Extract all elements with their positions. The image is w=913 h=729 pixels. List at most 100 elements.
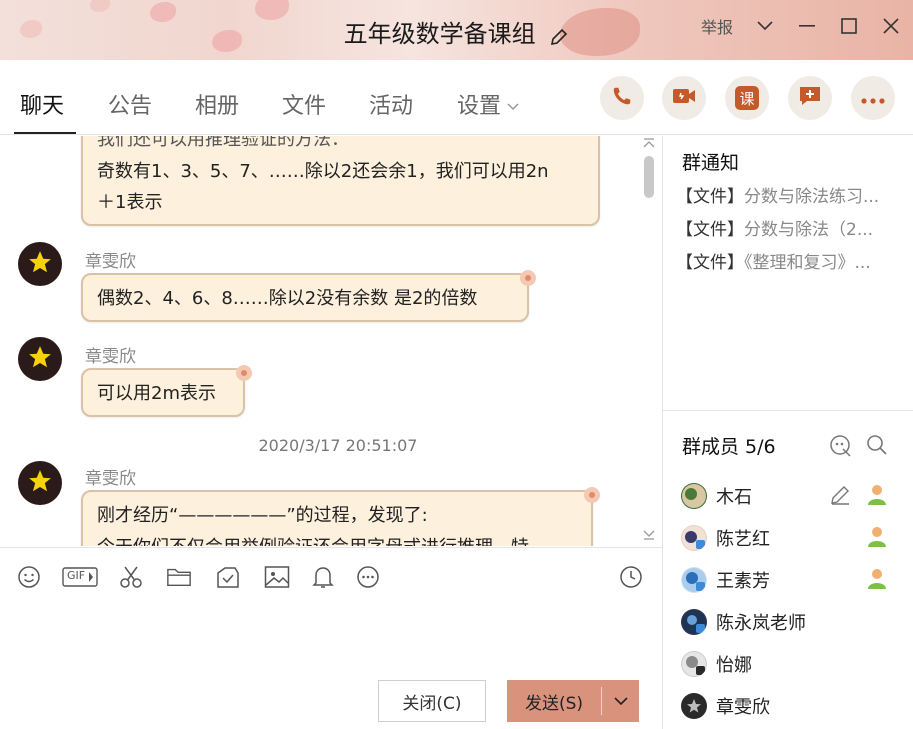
owner-badge-icon	[865, 482, 889, 506]
screenshot-icon[interactable]	[215, 564, 241, 590]
tab-files[interactable]: 文件	[282, 88, 326, 120]
more-icon	[861, 89, 885, 108]
message-text: 我们还可以用推理验证的方法：	[97, 136, 349, 150]
member-item[interactable]: 木石	[681, 481, 752, 511]
tab-activities[interactable]: 活动	[369, 88, 413, 120]
flower-decoration-icon	[581, 484, 603, 506]
scroll-up-icon[interactable]	[643, 138, 655, 151]
tab-settings[interactable]: 设置	[457, 88, 519, 120]
message-input[interactable]	[0, 603, 662, 675]
member-item[interactable]: 陈永岚老师	[681, 607, 806, 637]
member-item[interactable]: 陈艺红	[681, 523, 770, 553]
avatar	[681, 651, 707, 677]
maximize-button[interactable]	[839, 16, 859, 36]
scissors-icon[interactable]	[118, 564, 144, 590]
notice-item[interactable]: 【文件】《整理和复习》...	[676, 248, 908, 273]
active-tab-indicator	[14, 132, 76, 134]
avatar[interactable]	[18, 337, 62, 381]
tab-announcement[interactable]: 公告	[108, 88, 152, 120]
chevron-down-icon	[507, 99, 519, 115]
star-icon	[27, 468, 53, 498]
member-item[interactable]: 怡娜	[681, 649, 752, 679]
scroll-down-icon[interactable]	[643, 530, 655, 543]
avatar	[681, 483, 707, 509]
tab-settings-label: 设置	[457, 94, 502, 119]
message-bubble[interactable]: 可以用2m表示	[81, 365, 252, 417]
sender-name: 章雯欣	[85, 252, 136, 272]
tab-album[interactable]: 相册	[195, 88, 239, 120]
video-call-button[interactable]	[662, 76, 706, 120]
flower-decoration-icon	[233, 362, 255, 384]
send-button-label: 发送(S)	[524, 693, 584, 714]
close-button[interactable]: 关闭(C)	[378, 680, 486, 722]
message-bubble[interactable]: 我们还可以用推理验证的方法： 奇数有1、3、5、7、……除以2还会余1，我们可以…	[81, 136, 600, 226]
chevron-down-icon[interactable]	[755, 16, 775, 36]
gif-label: GIF	[67, 569, 86, 582]
group-title: 五年级数学备课组	[343, 20, 536, 48]
title-bar: 五年级数学备课组 举报	[0, 0, 913, 60]
notice-item[interactable]: 【文件】分数与除法练习...	[676, 182, 908, 207]
bell-icon[interactable]	[310, 564, 336, 590]
message-text: 可以用2m表示	[97, 383, 216, 404]
emoji-icon[interactable]	[16, 564, 42, 590]
clock-icon[interactable]	[618, 564, 644, 590]
gif-icon[interactable]: GIF	[62, 564, 98, 590]
phone-icon	[611, 85, 633, 111]
message-timestamp: 2020/3/17 20:51:07	[258, 436, 418, 455]
panel-divider	[663, 410, 913, 411]
notice-item-tag: 【文件】	[676, 220, 744, 240]
star-icon	[27, 249, 53, 279]
avatar[interactable]	[18, 242, 62, 286]
folder-icon[interactable]	[166, 564, 192, 590]
chat-message-list[interactable]: 我们还可以用推理验证的方法： 奇数有1、3、5、7、……除以2还会余1，我们可以…	[0, 136, 662, 546]
avatar[interactable]	[18, 461, 62, 505]
message-text: 奇数有1、3、5、7、……除以2还会余1，我们可以用2n	[97, 160, 549, 182]
message-text: 刚才经历“——————”的过程，发现了:	[97, 505, 428, 526]
edit-title-icon[interactable]	[549, 25, 569, 46]
message-text: 偶数2、4、6、8……除以2没有余数 是2的倍数	[97, 288, 478, 309]
member-item[interactable]: 章雯欣	[681, 691, 770, 721]
member-item[interactable]: 王素芳	[681, 565, 770, 595]
image-icon[interactable]	[264, 564, 290, 590]
notice-item-text: 分数与除法练习...	[744, 187, 880, 207]
close-window-button[interactable]	[881, 16, 901, 36]
member-name: 王素芳	[716, 571, 770, 592]
notice-item-tag: 【文件】	[676, 187, 744, 207]
scroll-thumb[interactable]	[644, 156, 654, 198]
add-comment-button[interactable]	[788, 76, 832, 120]
more-button[interactable]	[851, 76, 895, 120]
message-text: 今天你们不仅会用举例验证还会用字母式进行推理，特	[97, 532, 577, 547]
right-panel: 群通知 【文件】分数与除法练习... 【文件】分数与除法（2... 【文件】《整…	[662, 136, 913, 729]
flower-decoration-icon	[517, 267, 539, 289]
tab-bar: 聊天 公告 相册 文件 活动 设置 课	[0, 60, 913, 135]
notice-item-text: 《整理和复习》...	[744, 253, 871, 273]
send-button[interactable]: 发送(S)	[507, 680, 639, 722]
send-options-chevron-icon[interactable]	[602, 696, 639, 706]
chat-scrollbar[interactable]	[642, 138, 656, 543]
member-manage-icon[interactable]	[829, 434, 853, 458]
message-bubble[interactable]: 偶数2、4、6、8……除以2没有余数 是2的倍数	[81, 270, 536, 322]
class-icon: 课	[735, 86, 759, 110]
notice-title: 群通知	[682, 152, 740, 174]
voice-call-button[interactable]	[600, 76, 644, 120]
search-icon[interactable]	[866, 434, 890, 458]
admin-badge-icon	[865, 566, 889, 590]
sender-name: 章雯欣	[85, 469, 136, 489]
avatar	[681, 693, 707, 719]
edit-icon[interactable]	[829, 484, 853, 508]
more-options-icon[interactable]	[355, 564, 381, 590]
member-name: 木石	[716, 487, 752, 508]
member-name: 陈永岚老师	[716, 613, 806, 634]
message-bubble[interactable]: 刚才经历“——————”的过程，发现了: 今天你们不仅会用举例验证还会用字母式进…	[81, 487, 600, 547]
minimize-button[interactable]	[797, 16, 817, 36]
tab-chat[interactable]: 聊天	[20, 88, 64, 120]
input-toolbar: GIF	[0, 547, 662, 602]
member-name: 陈艺红	[716, 529, 770, 550]
add-comment-icon	[798, 84, 822, 112]
avatar	[681, 567, 707, 593]
message-text: ＋1表示	[97, 192, 163, 213]
report-button[interactable]: 举报	[701, 14, 733, 38]
notice-item[interactable]: 【文件】分数与除法（2...	[676, 215, 908, 240]
admin-badge-icon	[865, 524, 889, 548]
class-button[interactable]: 课	[725, 76, 769, 120]
